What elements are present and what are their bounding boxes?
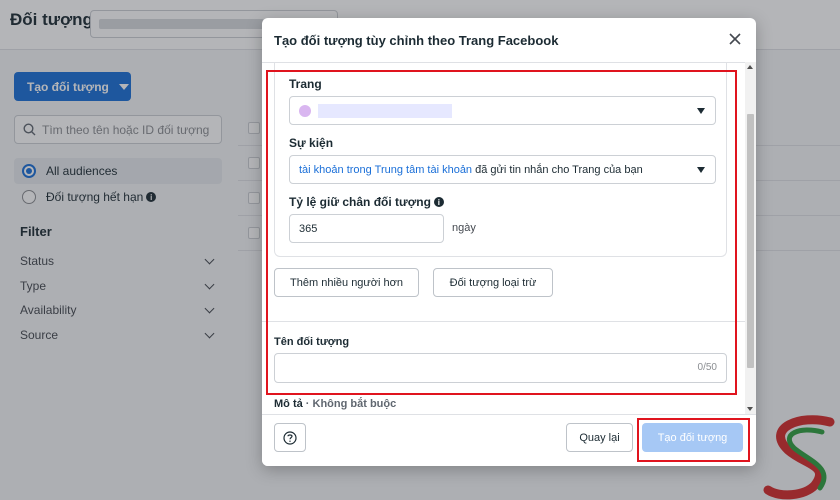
highlight-box-submit [637,418,750,462]
dialog-scrollbar[interactable] [745,62,756,414]
description-optional: Không bắt buộc [312,398,397,410]
scroll-thumb[interactable] [747,114,754,368]
help-icon [283,430,297,445]
close-icon[interactable] [728,32,742,46]
back-button[interactable]: Quay lại [566,423,633,452]
dialog-title: Tạo đối tượng tùy chỉnh theo Trang Faceb… [274,32,559,48]
dialog-header: Tạo đối tượng tùy chỉnh theo Trang Faceb… [262,18,756,62]
highlight-box-form [266,70,737,395]
description-label: Mô tả · Không bắt buộc [274,398,396,410]
description-label-text: Mô tả [274,398,303,410]
help-button[interactable] [274,423,306,452]
scroll-up-icon[interactable] [747,65,753,69]
scroll-down-icon[interactable] [747,407,753,411]
description-separator: · [302,398,313,410]
